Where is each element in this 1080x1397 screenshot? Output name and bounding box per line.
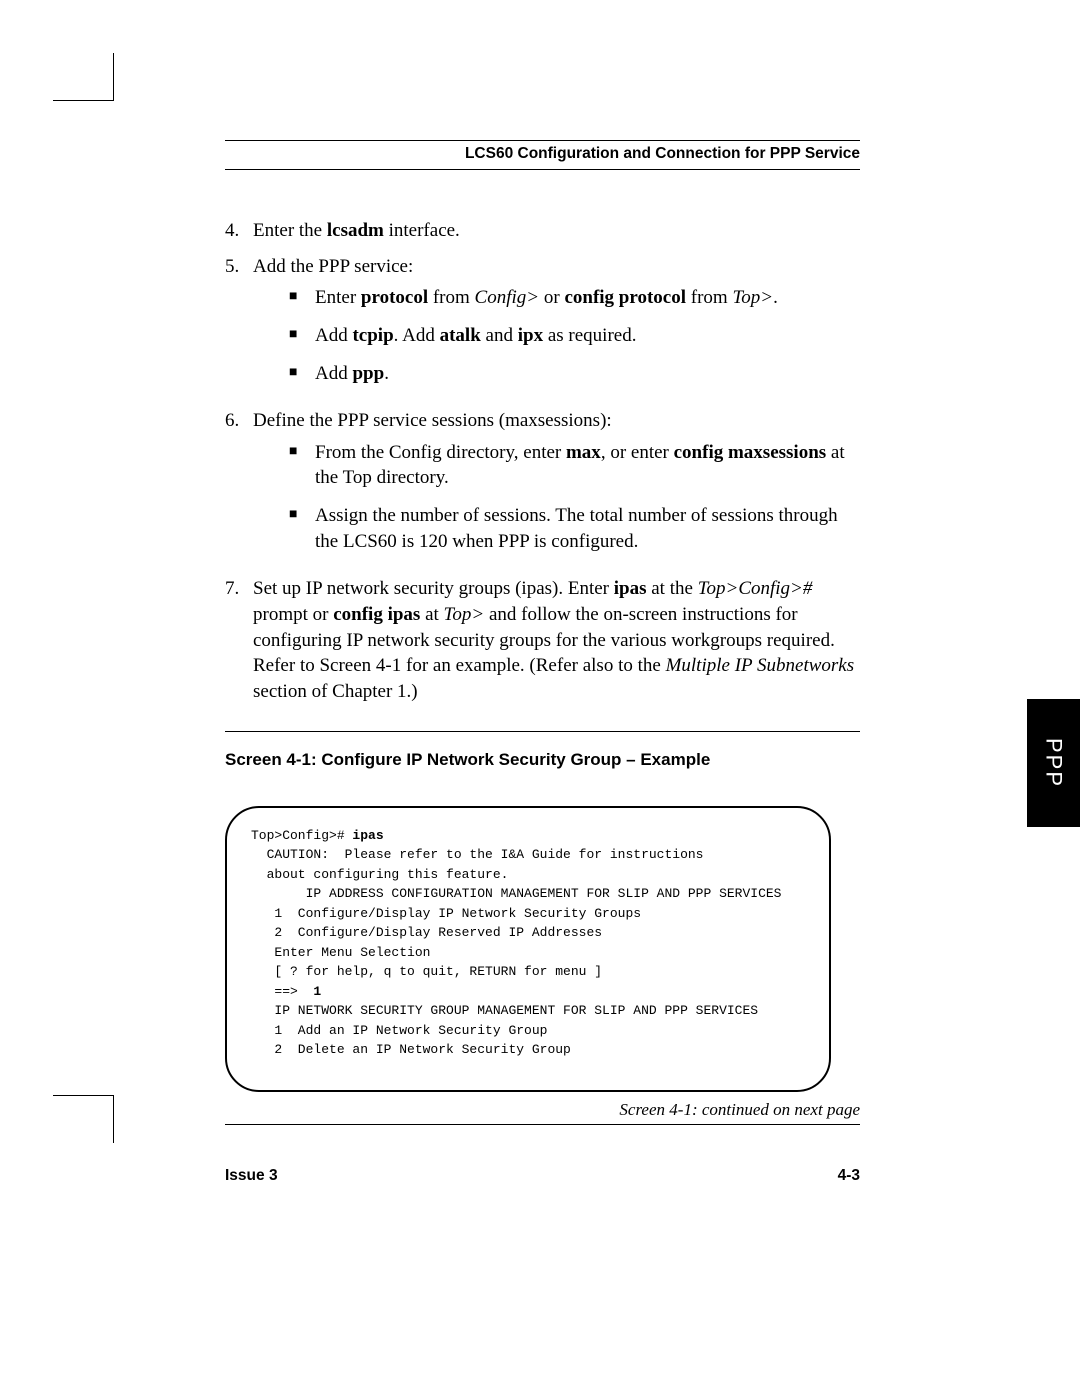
running-header: LCS60 Configuration and Connection for P… (225, 145, 860, 169)
page-number: 4-3 (838, 1167, 860, 1185)
step-5-bullet-3: ■Add ppp. (289, 361, 860, 387)
crop-mark-top (53, 53, 114, 101)
side-tab: PPP (1027, 699, 1080, 827)
step-6-bullet-2: ■Assign the number of sessions. The tota… (289, 503, 860, 554)
step-4: 4. Enter the lcsadm interface. (225, 218, 860, 244)
side-tab-label: PPP (1041, 738, 1067, 788)
step-5-bullet-2: ■Add tcpip. Add atalk and ipx as require… (289, 323, 860, 349)
page-footer: Issue 3 4-3 (225, 1125, 860, 1185)
terminal-box: Top>Config># ipas CAUTION: Please refer … (225, 806, 831, 1092)
crop-mark-bottom (53, 1095, 114, 1143)
issue-number: Issue 3 (225, 1167, 278, 1185)
step-7: 7. Set up IP network security groups (ip… (225, 576, 860, 704)
screen-caption: Screen 4-1: Configure IP Network Securit… (225, 750, 860, 770)
step-6-bullet-1: ■From the Config directory, enter max, o… (289, 440, 860, 491)
step-5: 5. Add the PPP service: ■Enter protocol … (225, 254, 860, 399)
body-text: 4. Enter the lcsadm interface. 5. Add th… (225, 218, 860, 705)
continued-note: Screen 4-1: continued on next page (225, 1100, 860, 1120)
page-content: LCS60 Configuration and Connection for P… (225, 140, 860, 1185)
step-6: 6. Define the PPP service sessions (maxs… (225, 408, 860, 566)
step-5-bullet-1: ■Enter protocol from Config> or config p… (289, 285, 860, 311)
